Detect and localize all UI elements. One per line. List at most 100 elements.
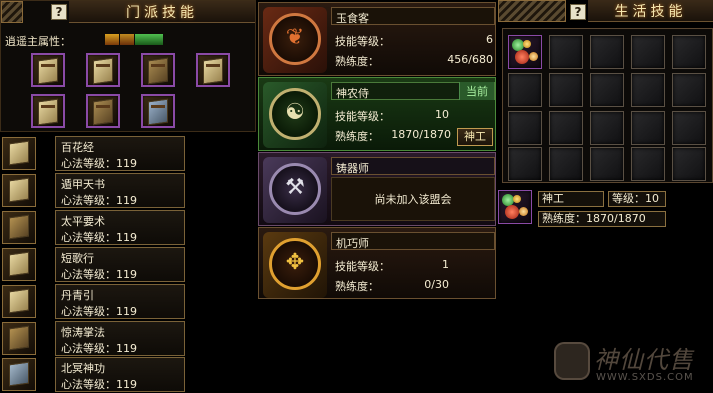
- empty-skill-slot[interactable]: [549, 111, 583, 145]
- sect-skill-info: 短歌行 心法等级：119: [55, 247, 185, 282]
- skill-book-icon[interactable]: [2, 285, 36, 318]
- selected-skill-level: 等级：10: [608, 191, 666, 207]
- empty-skill-slot[interactable]: [672, 111, 706, 145]
- life-skill-name: 机巧师: [336, 237, 369, 250]
- fire-attribute-icon: [120, 34, 134, 45]
- help-button[interactable]: ?: [51, 4, 67, 20]
- skill-level-value: 1: [442, 258, 449, 271]
- empty-skill-slot[interactable]: [672, 35, 706, 69]
- sect-skill-name: 太平要术: [61, 215, 105, 228]
- skill-level-value: 6: [486, 33, 493, 46]
- skill-level-label: 技能等级：: [335, 110, 390, 123]
- sect-skill-row[interactable]: 北冥神功 心法等级：119: [0, 357, 186, 392]
- life-skill-grid: [502, 28, 713, 183]
- skill-level-label: 技能等级：: [335, 35, 390, 48]
- sect-book-icon[interactable]: [196, 53, 230, 87]
- sect-skill-level: 心法等级：119: [61, 305, 137, 318]
- help-button[interactable]: ?: [570, 4, 586, 20]
- sect-book-icon[interactable]: [86, 53, 120, 87]
- skill-book-icon[interactable]: [2, 322, 36, 355]
- sect-skill-row[interactable]: 丹青引 心法等级：119: [0, 284, 186, 319]
- sect-skill-info: 北冥神功 心法等级：119: [55, 357, 185, 392]
- sect-skill-level: 心法等级：119: [61, 157, 137, 170]
- robot-mascot-icon: [554, 342, 590, 380]
- empty-skill-slot[interactable]: [590, 73, 624, 107]
- sect-skill-info: 遁甲天书 心法等级：119: [55, 173, 185, 208]
- herb-skill-slot[interactable]: [508, 35, 542, 69]
- proficiency-value: 1870/1870: [391, 128, 451, 141]
- empty-skill-slot[interactable]: [590, 111, 624, 145]
- empty-skill-slot[interactable]: [631, 35, 665, 69]
- sect-skill-level: 心法等级：119: [61, 194, 137, 207]
- sect-skill-level: 心法等级：119: [61, 378, 137, 391]
- skill-book-icon[interactable]: [2, 358, 36, 391]
- empty-skill-slot[interactable]: [549, 147, 583, 181]
- skill-book-icon[interactable]: [2, 137, 36, 170]
- sect-book-icon[interactable]: [31, 53, 65, 87]
- panel-title: 门派技能: [126, 4, 198, 21]
- not-joined-text: 尚未加入该盟会: [374, 193, 452, 206]
- craftsman-emblem-icon: ✥: [263, 232, 327, 298]
- proficiency-label: 熟练度：: [335, 130, 379, 143]
- skill-book-icon[interactable]: [2, 248, 36, 281]
- sect-book-icon[interactable]: [86, 94, 120, 128]
- sect-skill-row[interactable]: 太平要术 心法等级：119: [0, 210, 186, 245]
- corner-ornament: [498, 0, 566, 22]
- empty-skill-slot[interactable]: [672, 73, 706, 107]
- empty-skill-slot[interactable]: [508, 147, 542, 181]
- empty-skill-slot[interactable]: [631, 111, 665, 145]
- fire-attribute-icon: [105, 34, 119, 45]
- sect-skill-name: 惊涛掌法: [61, 326, 105, 339]
- empty-skill-slot[interactable]: [508, 73, 542, 107]
- sect-skill-row[interactable]: 惊涛掌法 心法等级：119: [0, 321, 186, 356]
- life-skill-name: 玉食客: [336, 12, 369, 25]
- sect-skill-name: 百花经: [61, 141, 94, 154]
- empty-skill-slot[interactable]: [549, 73, 583, 107]
- sect-skill-row[interactable]: 遁甲天书 心法等级：119: [0, 173, 186, 208]
- not-joined-message: 尚未加入该盟会: [331, 177, 495, 221]
- sect-skill-level: 心法等级：119: [61, 342, 137, 355]
- life-skill-card-current[interactable]: ☯ 神农侍 当前 技能等级： 10 熟练度： 1870/1870 神工: [258, 77, 496, 151]
- life-skill-title: 神农侍 当前: [331, 82, 495, 100]
- sect-book-icon[interactable]: [141, 94, 175, 128]
- empty-skill-slot[interactable]: [590, 147, 624, 181]
- empty-skill-slot[interactable]: [590, 35, 624, 69]
- sect-book-icon[interactable]: [31, 94, 65, 128]
- life-skill-card[interactable]: ⚒ 铸器师 尚未加入该盟会: [258, 152, 496, 226]
- sect-skill-info: 太平要术 心法等级：119: [55, 210, 185, 245]
- sect-skill-level: 心法等级：119: [61, 231, 137, 244]
- empty-skill-slot[interactable]: [672, 147, 706, 181]
- sect-skill-info: 百花经 心法等级：119: [55, 136, 185, 171]
- sect-skill-level: 心法等级：119: [61, 268, 137, 281]
- life-skill-card[interactable]: ✥ 机巧师 技能等级： 1 熟练度： 0/30: [258, 227, 496, 299]
- proficiency-value: 0/30: [424, 278, 449, 291]
- skill-book-icon[interactable]: [2, 174, 36, 207]
- panel-title-bar: 门派技能: [69, 1, 255, 23]
- wood-attribute-icon: [135, 34, 163, 45]
- proficiency-value: 456/680: [447, 53, 493, 66]
- smith-emblem-icon: ⚒: [263, 157, 327, 223]
- sect-skill-info: 惊涛掌法 心法等级：119: [55, 321, 185, 356]
- sect-skill-name: 丹青引: [61, 289, 94, 302]
- panel-title: 生活技能: [614, 3, 687, 20]
- life-skill-card[interactable]: ❦ 玉食客 技能等级： 6 熟练度： 456/680: [258, 2, 496, 76]
- empty-skill-slot[interactable]: [508, 111, 542, 145]
- skill-level-value: 10: [435, 108, 449, 121]
- watermark-url: WWW.SXDS.COM: [596, 372, 694, 383]
- empty-skill-slot[interactable]: [549, 35, 583, 69]
- sect-skill-name: 北冥神功: [61, 362, 105, 375]
- empty-skill-slot[interactable]: [631, 147, 665, 181]
- selected-skill-icon[interactable]: [498, 190, 532, 224]
- sect-skill-row[interactable]: 百花经 心法等级：119: [0, 136, 186, 171]
- shengong-button[interactable]: 神工: [457, 128, 493, 146]
- sect-skill-row[interactable]: 短歌行 心法等级：119: [0, 247, 186, 282]
- life-skill-title: 机巧师: [331, 232, 495, 250]
- life-skill-name: 神农侍: [336, 87, 369, 100]
- proficiency-label: 熟练度：: [335, 55, 379, 68]
- life-skill-title: 玉食客: [331, 7, 495, 25]
- sect-book-icon[interactable]: [141, 53, 175, 87]
- life-skill-title: 铸器师: [331, 157, 495, 175]
- skill-book-icon[interactable]: [2, 211, 36, 244]
- watermark-brand: 神仙代售: [594, 346, 694, 374]
- empty-skill-slot[interactable]: [631, 73, 665, 107]
